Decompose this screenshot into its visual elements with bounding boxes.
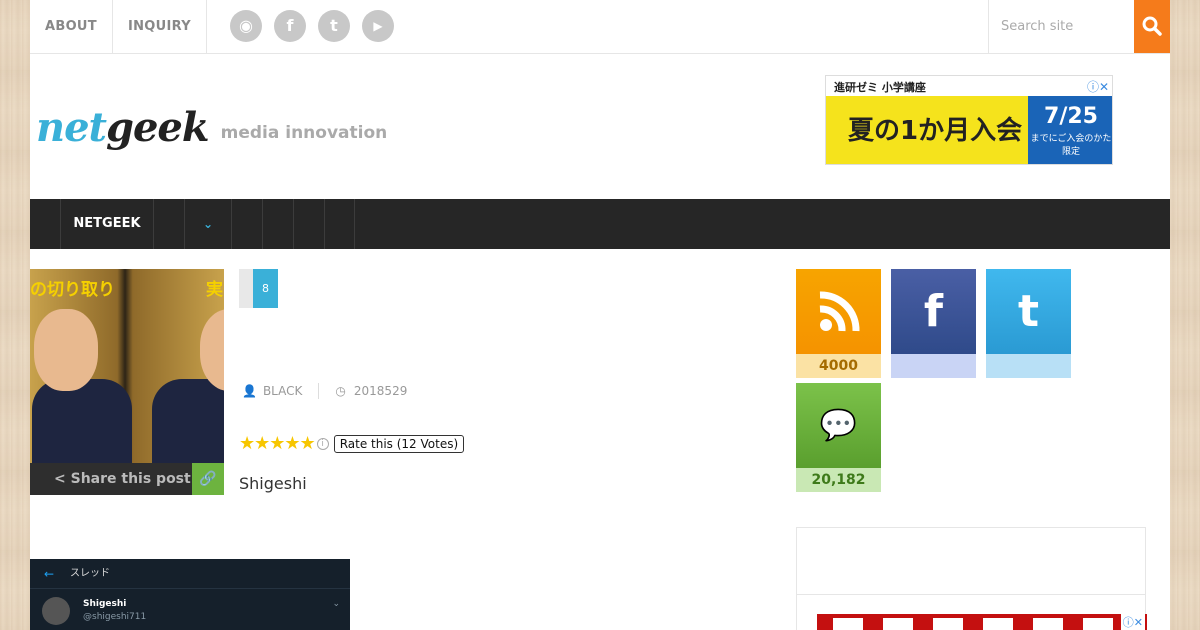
nav-item-dropdown[interactable]: ⌄ [184, 199, 231, 249]
comment-count: 8 [253, 269, 278, 308]
twitter-icon: t [986, 269, 1071, 354]
avatar[interactable] [42, 597, 70, 625]
nav-item-netgeek[interactable]: NETGEEK [60, 199, 153, 249]
post-author[interactable]: BLACK [263, 384, 302, 398]
chevron-down-icon[interactable]: ⌄ [332, 599, 340, 609]
nav-inquiry-link[interactable]: INQUIRY [113, 0, 207, 54]
youtube-icon[interactable]: ▶ [362, 10, 394, 42]
chevron-down-icon: ⌄ [202, 217, 214, 231]
link-icon[interactable]: 🔗 [192, 463, 224, 495]
facebook-counter[interactable]: f [891, 269, 976, 378]
main-nav: NETGEEK ⌄ [30, 199, 1170, 249]
embedded-tweet[interactable]: ← スレッド Shigeshi @shigeshi711 ⌄ [30, 559, 350, 630]
ad-date-note: までにご入会のかた限定 [1030, 134, 1112, 157]
nav-item-empty-1[interactable] [153, 199, 184, 249]
nav-item-empty-5[interactable] [324, 199, 355, 249]
sidebar-widget: ⓘ✕ [796, 527, 1147, 630]
post-byline: Shigeshi [239, 474, 307, 493]
nav-item-empty-4[interactable] [293, 199, 324, 249]
comments-count: 20,182 [796, 468, 881, 492]
ad-close-icon[interactable]: ⓘ✕ [1120, 614, 1145, 630]
post-date: 2018529 [353, 384, 408, 398]
ad-header: 進研ゼミ 小学講座 [826, 76, 1112, 96]
search-button[interactable] [1134, 0, 1170, 53]
clock-icon: ◷ [335, 384, 346, 398]
comments-counter[interactable]: 💬 20,182 [796, 383, 881, 492]
facebook-icon[interactable]: f [274, 10, 306, 42]
logo-wordmark: netgeek [36, 104, 210, 151]
rss-icon [796, 269, 881, 354]
ad-headline: 夏の1か月入会 [826, 96, 1028, 164]
twitter-icon[interactable]: t [318, 10, 350, 42]
share-post-button[interactable]: < Share this post [30, 463, 192, 495]
post-rating: ★★★★★ i Rate this (12 Votes) [239, 433, 465, 454]
tweet-author-name[interactable]: Shigeshi [83, 599, 126, 609]
nav-item-empty-2[interactable] [231, 199, 262, 249]
chat-bubbles-icon: 💬 [796, 383, 881, 468]
info-icon[interactable]: i [316, 437, 329, 450]
ad-date-block: 7/25 までにご入会のかた限定 [1028, 96, 1112, 164]
twitter-counter[interactable]: t [986, 269, 1071, 378]
site-tagline: media innovation [220, 123, 388, 143]
page: ABOUT INQUIRY ◉ f t ▶ netgeek media inno… [30, 0, 1170, 630]
social-links: ◉ f t ▶ [230, 10, 394, 42]
thumbnail-caption-left: の切り取り [30, 280, 115, 300]
nav-about-link[interactable]: ABOUT [30, 0, 113, 54]
user-icon: 👤 [242, 384, 257, 398]
share-icon: < [54, 471, 66, 487]
article-thumbnail[interactable]: の切り取り 実 < Share this post 🔗 [30, 269, 224, 495]
nav-item-empty-3[interactable] [262, 199, 293, 249]
back-arrow-icon[interactable]: ← [44, 559, 54, 589]
post-meta: 👤 BLACK ◷ 2018529 [242, 383, 407, 399]
search-input[interactable] [989, 0, 1135, 52]
tweet-header-title: スレッド [70, 568, 110, 579]
rss-counter[interactable]: 4000 [796, 269, 881, 378]
sidebar-ad-banner[interactable] [817, 614, 1147, 630]
top-bar: ABOUT INQUIRY ◉ f t ▶ [30, 0, 1170, 54]
ad-close-icon[interactable]: ⓘ✕ [1087, 78, 1109, 95]
rss-count: 4000 [796, 354, 881, 378]
facebook-icon: f [891, 269, 976, 354]
rating-tooltip: Rate this (12 Votes) [333, 434, 465, 453]
tweet-author-handle[interactable]: @shigeshi711 [83, 612, 146, 622]
thumbnail-caption-right: 実 [206, 280, 223, 300]
ad-banner[interactable]: 進研ゼミ 小学講座 夏の1か月入会 7/25 までにご入会のかた限定 ⓘ✕ [825, 75, 1113, 165]
rss-icon[interactable]: ◉ [230, 10, 262, 42]
search-icon [1142, 16, 1162, 36]
tweet-header: ← スレッド [30, 559, 350, 589]
top-nav: ABOUT INQUIRY [30, 0, 207, 54]
facebook-count [891, 354, 976, 378]
site-logo[interactable]: netgeek media innovation [36, 104, 387, 151]
share-label: Share this post [70, 471, 191, 487]
ad-date: 7/25 [1044, 104, 1098, 129]
rating-stars[interactable]: ★★★★★ [239, 433, 316, 454]
search-box [988, 0, 1170, 54]
twitter-count [986, 354, 1071, 378]
comment-count-badge[interactable]: 8 [239, 269, 278, 308]
